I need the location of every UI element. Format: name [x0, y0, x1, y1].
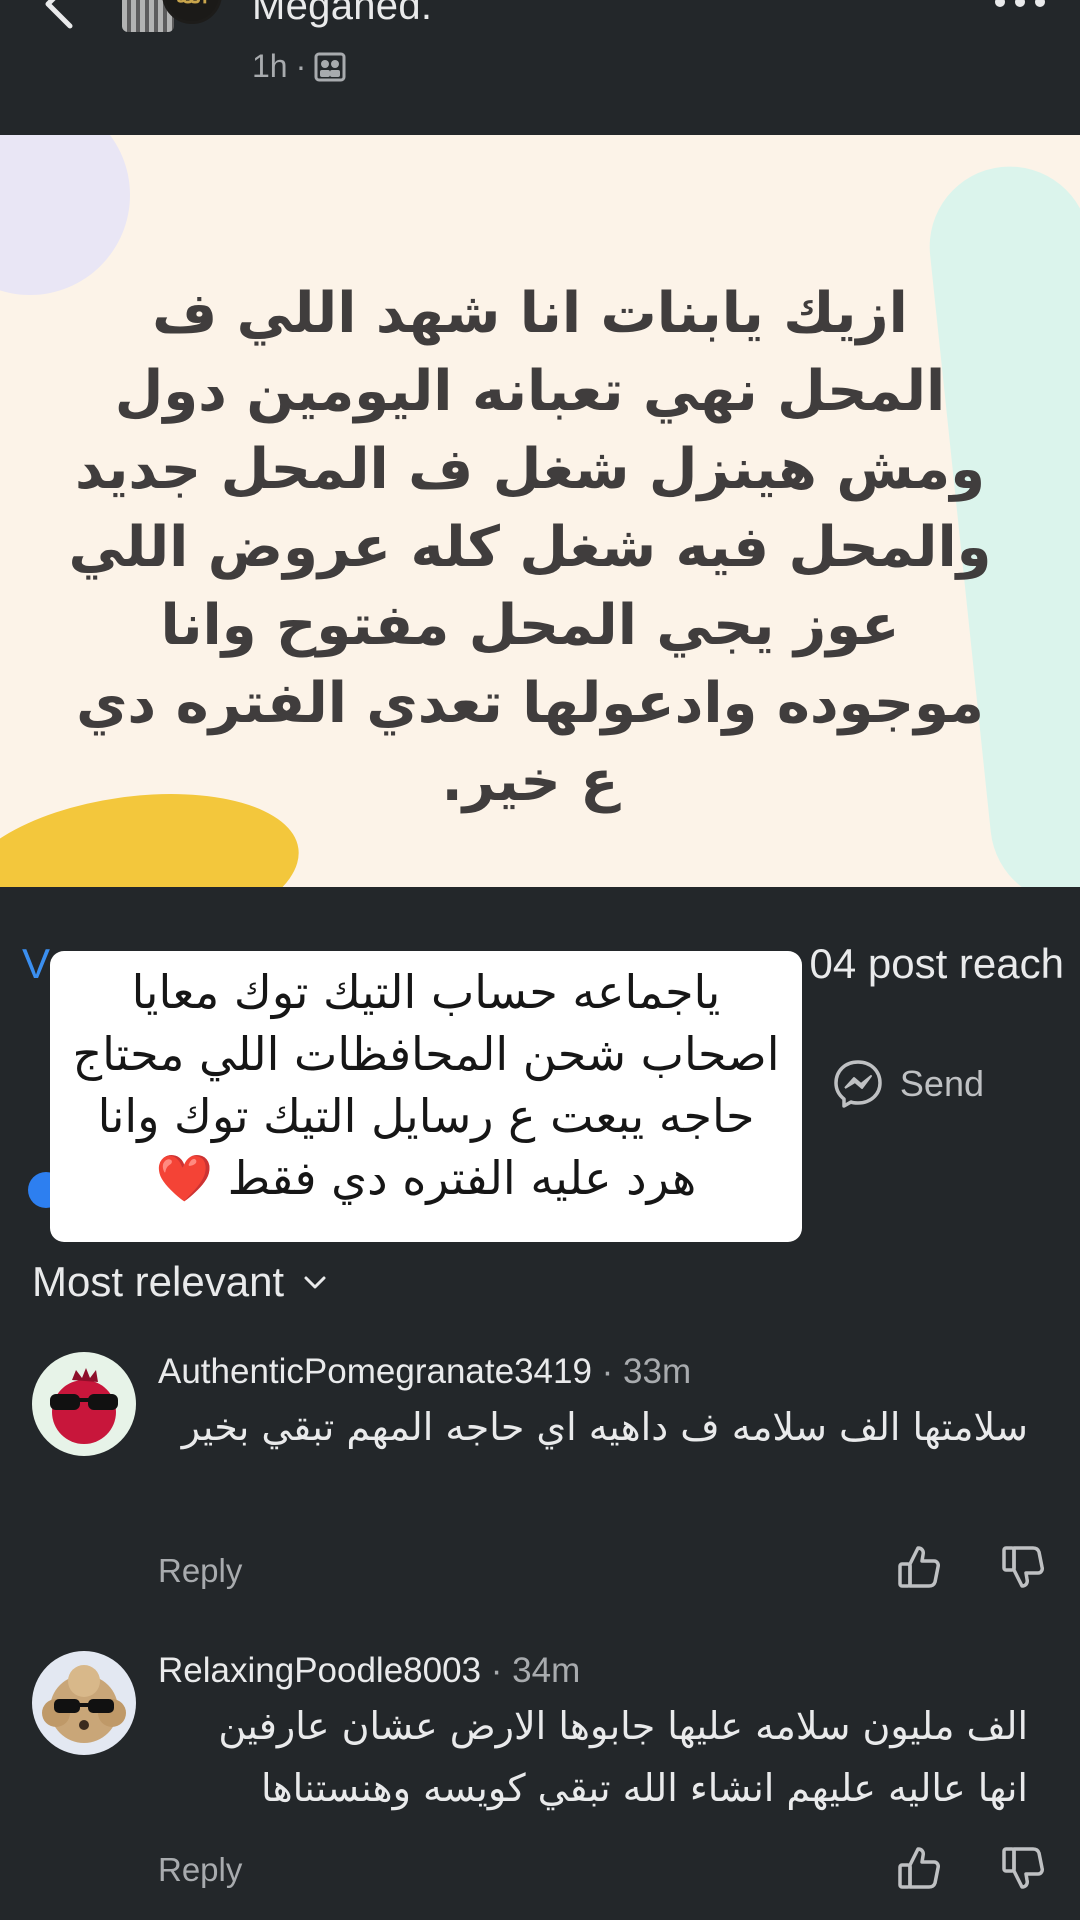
poodle-avatar[interactable]	[32, 1651, 136, 1755]
post-image[interactable]: ازيك يابنات انا شهد اللي ف المحل نهي تعب…	[0, 135, 1080, 887]
send-label: Send	[899, 1063, 984, 1104]
author-avatar[interactable]: الله	[122, 0, 232, 44]
overlay-text-card: ياجماعه حساب التيك توك معايا اصحاب شحن ا…	[50, 951, 802, 1242]
comment-author[interactable]: RelaxingPoodle8003 · 34m	[158, 1651, 580, 1691]
dislike-icon[interactable]	[1000, 1544, 1046, 1590]
decorative-blob	[0, 135, 130, 295]
comment-text: الف مليون سلامه عليها جابوها الارض عشان …	[218, 1704, 1028, 1810]
post-time: 1h	[252, 48, 288, 84]
send-button[interactable]: Send	[832, 1058, 984, 1110]
dislike-icon[interactable]	[1000, 1845, 1046, 1891]
back-arrow-icon[interactable]	[36, 0, 86, 30]
author-name[interactable]: Megahed.	[252, 0, 432, 29]
views-link[interactable]: V	[22, 940, 50, 988]
chevron-down-icon	[304, 1276, 326, 1289]
sort-label: Most relevant	[32, 1258, 285, 1305]
comment-text: سلامتها الف سلامه ف داهيه اي حاجه المهم …	[181, 1405, 1028, 1449]
meta-separator: ·	[295, 48, 307, 84]
comment-author[interactable]: AuthenticPomegranate3419 · 33m	[158, 1352, 691, 1392]
reply-button[interactable]: Reply	[158, 1552, 242, 1590]
comment-author-name: AuthenticPomegranate3419	[158, 1352, 592, 1391]
comment-time: · 33m	[591, 1352, 692, 1391]
post-meta: 1h ·	[252, 48, 346, 85]
pomegranate-avatar[interactable]	[32, 1352, 136, 1456]
post-image-text: ازيك يابنات انا شهد اللي ف المحل نهي تعب…	[68, 281, 992, 814]
reply-button[interactable]: Reply	[158, 1851, 242, 1889]
comment-sort-dropdown[interactable]: Most relevant	[32, 1258, 328, 1306]
heart-icon: ❤️	[155, 1151, 213, 1205]
messenger-icon	[834, 1060, 882, 1108]
like-icon[interactable]	[896, 1845, 942, 1891]
post-reach[interactable]: 04 post reach	[809, 940, 1064, 988]
post-header: الله Megahed. 1h ·	[0, 0, 1080, 135]
more-options-icon[interactable]	[990, 0, 1050, 14]
like-icon[interactable]	[896, 1544, 942, 1590]
audience-icon	[314, 52, 346, 81]
comment-author-name: RelaxingPoodle8003	[158, 1651, 482, 1690]
comment-time: · 34m	[481, 1651, 581, 1690]
